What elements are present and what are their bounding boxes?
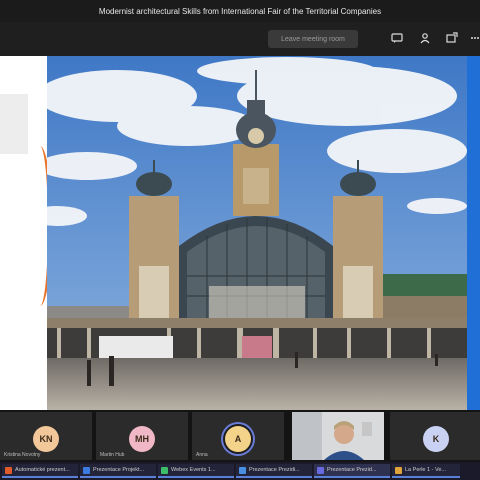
people-icon[interactable]	[418, 31, 432, 45]
shared-screen	[0, 56, 480, 410]
taskbar-item[interactable]: Prezentace Projekt...	[80, 464, 156, 478]
share-icon[interactable]	[445, 31, 459, 45]
app-icon	[317, 466, 324, 474]
avatar: MH	[129, 426, 155, 452]
avatar: A	[225, 426, 251, 452]
participant-name: Kristina Novotny	[4, 452, 41, 458]
presentation-side-bar	[467, 56, 480, 410]
participant-strip: KN Kristina Novotny MH Martin Hub A Anna…	[0, 410, 480, 462]
taskbar-label: Prezentace Prezidi...	[249, 467, 300, 473]
chat-icon[interactable]	[390, 31, 404, 45]
taskbar-label: Automatické prezent...	[15, 467, 70, 473]
participant-tile[interactable]: KN Kristina Novotny	[0, 412, 92, 460]
title-bar: Modernist architectural Skills from Inte…	[0, 0, 480, 22]
slide-panel	[0, 94, 28, 154]
participant-name: Martin Hub	[100, 452, 125, 458]
window-title: Modernist architectural Skills from Inte…	[98, 6, 382, 16]
app-icon	[395, 466, 402, 474]
more-icon[interactable]	[468, 31, 480, 45]
app-icon	[161, 466, 168, 474]
participant-tile[interactable]: MH Martin Hub	[96, 412, 188, 460]
avatar: K	[423, 426, 449, 452]
taskbar-item[interactable]: La Perle 1 - Ve...	[392, 464, 460, 478]
app-icon	[5, 466, 12, 474]
os-taskbar: Automatické prezent... Prezentace Projek…	[0, 462, 480, 480]
participant-video-tile[interactable]	[292, 412, 384, 460]
app-icon	[239, 466, 246, 474]
taskbar-item[interactable]: Prezentace Prezidi...	[236, 464, 312, 478]
participant-video	[292, 412, 384, 460]
participant-name: Anna	[196, 452, 208, 458]
taskbar-label: Prezentace Projekt...	[93, 467, 145, 473]
avatar: KN	[33, 426, 59, 452]
app-icon	[83, 466, 90, 474]
leave-room-button[interactable]: Leave meeting room	[268, 30, 358, 48]
taskbar-item[interactable]: Webex Events 1...	[158, 464, 234, 478]
taskbar-item-active[interactable]: Prezentace Prezid...	[314, 464, 390, 478]
participant-tile-active[interactable]: A Anna	[192, 412, 284, 460]
taskbar-item[interactable]: Automatické prezent...	[2, 464, 78, 478]
participant-tile[interactable]: K	[390, 412, 480, 460]
taskbar-label: Prezentace Prezid...	[327, 467, 377, 473]
meeting-toolbar: Leave meeting room	[0, 22, 480, 56]
taskbar-label: Webex Events 1...	[171, 467, 216, 473]
taskbar-label: La Perle 1 - Ve...	[405, 467, 446, 473]
palace-photo	[47, 56, 467, 410]
